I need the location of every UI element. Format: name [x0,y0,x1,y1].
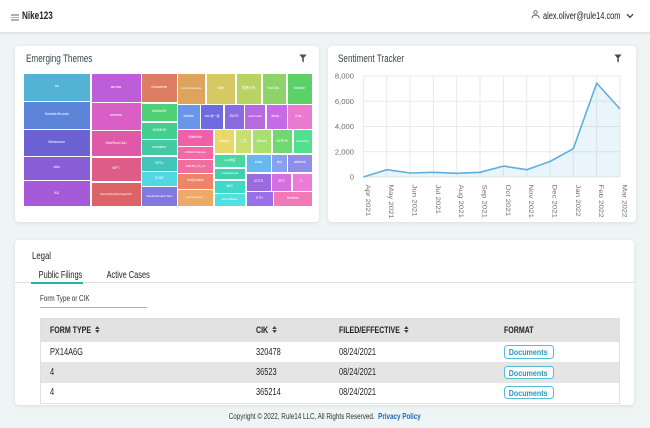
svg-text:2,000: 2,000 [334,147,353,156]
svg-text:Jun 2021: Jun 2021 [410,184,418,216]
svg-text:Jan 2022: Jan 2022 [573,184,581,216]
svg-text:Dec 2021: Dec 2021 [550,184,558,217]
svg-text:May 2021: May 2021 [387,184,395,218]
svg-text:6,000: 6,000 [334,96,353,105]
svg-text:Aug 2021: Aug 2021 [457,184,465,217]
svg-text:8,000: 8,000 [334,71,353,80]
svg-text:Feb 2022: Feb 2022 [597,184,605,217]
svg-text:4,000: 4,000 [334,122,353,131]
svg-text:Sep 2021: Sep 2021 [480,184,488,217]
svg-text:Oct 2021: Oct 2021 [504,184,512,216]
svg-text:Mar 2022: Mar 2022 [620,184,628,217]
svg-text:Nov 2021: Nov 2021 [527,184,535,217]
svg-text:Jul 2021: Jul 2021 [434,184,442,214]
svg-text:Apr 2021: Apr 2021 [364,184,372,216]
svg-text:0: 0 [349,172,353,181]
